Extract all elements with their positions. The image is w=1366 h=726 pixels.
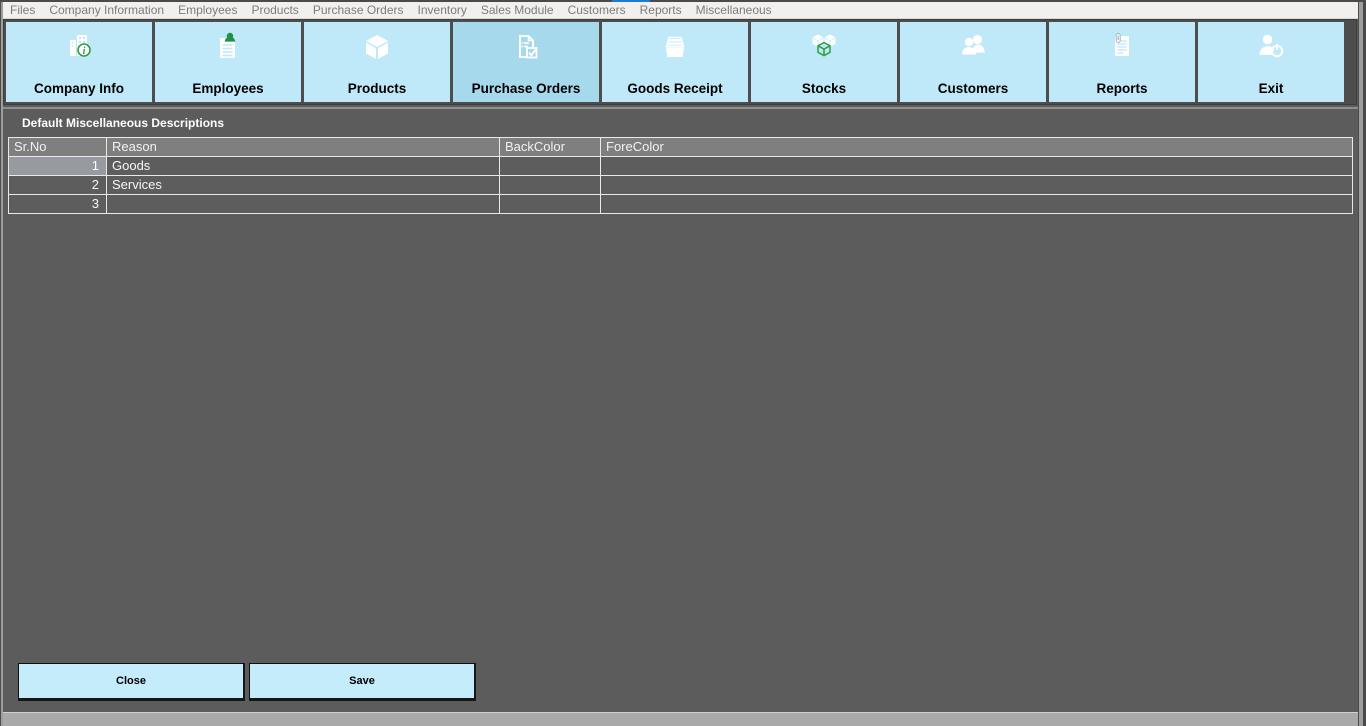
toolbar-button-label: Purchase Orders xyxy=(472,81,581,96)
cell-srno[interactable]: 3 xyxy=(9,195,106,213)
menubar: Files Company Information Employees Prod… xyxy=(1,2,1365,19)
cell-forecolor[interactable] xyxy=(601,157,1352,175)
menu-item-customers[interactable]: Customers xyxy=(561,2,633,19)
footer-buttons: Close Save xyxy=(18,663,476,701)
menu-item-miscellaneous[interactable]: Miscellaneous xyxy=(689,2,779,19)
save-button[interactable]: Save xyxy=(249,663,476,701)
toolbar-button-employees[interactable]: Employees xyxy=(155,22,301,102)
menu-item-files[interactable]: Files xyxy=(3,2,42,19)
goods-receipt-icon xyxy=(656,27,694,69)
cell-backcolor[interactable] xyxy=(500,176,600,194)
panel-title: Default Miscellaneous Descriptions xyxy=(3,107,1358,136)
products-cube-icon xyxy=(358,27,396,69)
toolbar-button-label: Goods Receipt xyxy=(627,81,722,96)
toolbar-button-company-info[interactable]: i Company Info xyxy=(6,22,152,102)
toolbar-button-label: Exit xyxy=(1259,81,1284,96)
window-border-left xyxy=(0,2,3,726)
menu-item-company-information[interactable]: Company Information xyxy=(42,2,171,19)
app-window: Files Company Information Employees Prod… xyxy=(0,0,1366,726)
toolbar-button-label: Customers xyxy=(938,81,1009,96)
toolbar-button-customers[interactable]: Customers xyxy=(900,22,1046,102)
toolbar: i Company Info Employe xyxy=(3,19,1357,105)
toolbar-button-label: Employees xyxy=(192,81,263,96)
cell-forecolor[interactable] xyxy=(601,195,1352,213)
customers-icon xyxy=(954,27,992,69)
menu-item-products[interactable]: Products xyxy=(244,2,305,19)
window-border-right xyxy=(1358,2,1366,726)
svg-text:i: i xyxy=(83,46,86,57)
cell-reason[interactable] xyxy=(107,195,499,213)
toolbar-button-products[interactable]: Products xyxy=(304,22,450,102)
cell-srno[interactable]: 1 xyxy=(9,157,106,175)
reports-icon xyxy=(1103,27,1141,69)
toolbar-button-label: Stocks xyxy=(802,81,846,96)
menu-item-employees[interactable]: Employees xyxy=(171,2,244,19)
column-header-forecolor[interactable]: ForeColor xyxy=(601,138,1352,156)
menu-item-sales-module[interactable]: Sales Module xyxy=(474,2,561,19)
cell-forecolor[interactable] xyxy=(601,176,1352,194)
exit-icon xyxy=(1252,27,1290,69)
data-grid: Sr.No Reason BackColor ForeColor 1 Goods… xyxy=(8,137,1353,214)
toolbar-button-goods-receipt[interactable]: Goods Receipt xyxy=(602,22,748,102)
window-top-accent xyxy=(612,0,650,2)
menu-item-reports[interactable]: Reports xyxy=(633,2,689,19)
toolbar-button-label: Company Info xyxy=(34,81,124,96)
employees-icon xyxy=(209,27,247,69)
column-header-reason[interactable]: Reason xyxy=(107,138,499,156)
cell-srno[interactable]: 2 xyxy=(9,176,106,194)
toolbar-button-exit[interactable]: Exit xyxy=(1198,22,1344,102)
window-top-border xyxy=(0,0,1366,2)
company-info-icon: i xyxy=(60,27,98,69)
purchase-orders-icon xyxy=(507,27,545,69)
window-resize-strip xyxy=(3,712,1358,726)
toolbar-button-reports[interactable]: Reports xyxy=(1049,22,1195,102)
toolbar-button-label: Reports xyxy=(1096,81,1147,96)
close-button[interactable]: Close xyxy=(18,663,245,701)
column-header-backcolor[interactable]: BackColor xyxy=(500,138,600,156)
menu-item-inventory[interactable]: Inventory xyxy=(411,2,474,19)
toolbar-button-purchase-orders[interactable]: Purchase Orders xyxy=(453,22,599,102)
toolbar-button-label: Products xyxy=(348,81,407,96)
column-header-srno[interactable]: Sr.No xyxy=(9,138,106,156)
cell-backcolor[interactable] xyxy=(500,157,600,175)
stocks-cubes-icon xyxy=(805,27,843,69)
toolbar-button-stocks[interactable]: Stocks xyxy=(751,22,897,102)
cell-reason[interactable]: Services xyxy=(107,176,499,194)
cell-backcolor[interactable] xyxy=(500,195,600,213)
cell-reason[interactable]: Goods xyxy=(107,157,499,175)
menu-item-purchase-orders[interactable]: Purchase Orders xyxy=(306,2,411,19)
